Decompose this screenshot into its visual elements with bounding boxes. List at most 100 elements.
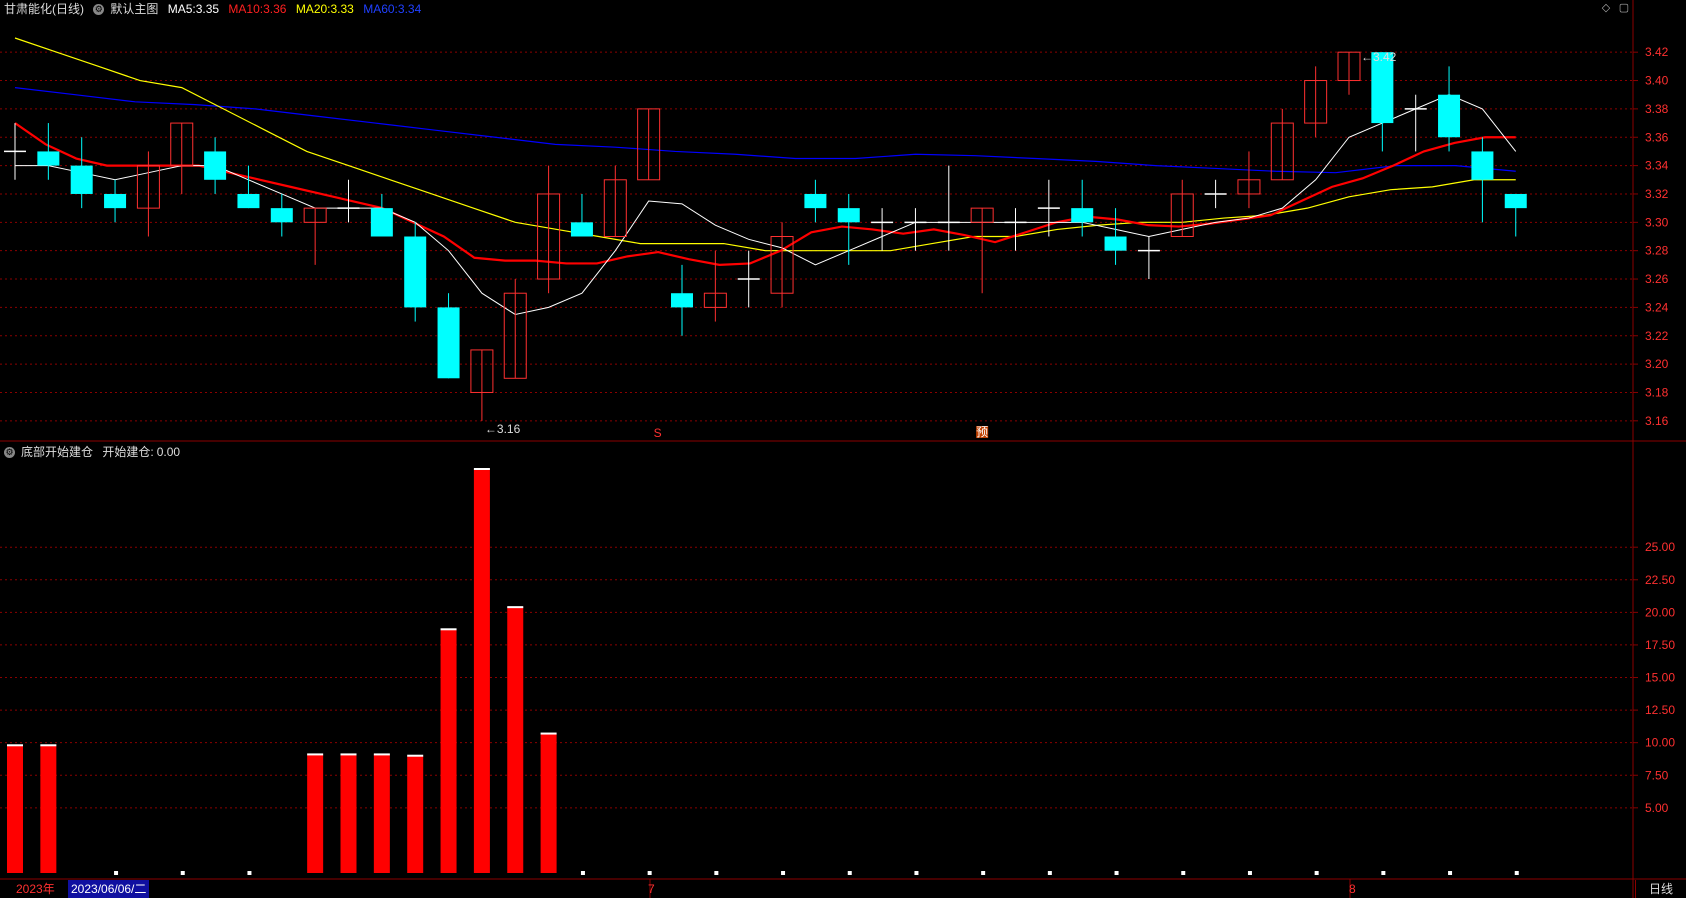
indicator-bar-cap — [407, 754, 424, 757]
indicator-zero-mark — [981, 871, 986, 875]
candle-body-down — [104, 193, 127, 209]
indicator-zero-mark — [1448, 871, 1453, 875]
indicator-bar — [540, 733, 557, 873]
price-tick-label: 3.26 — [1645, 272, 1669, 286]
indicator-name[interactable]: 底部开始建仓 — [21, 445, 93, 459]
indicator-bar — [507, 607, 524, 873]
ex-mark: 预 — [976, 425, 988, 439]
candle-body-down — [404, 236, 427, 308]
indicator-zero-mark — [1247, 871, 1252, 875]
indicator-zero-mark — [914, 871, 919, 875]
indicator-zero-mark — [247, 871, 252, 875]
indicator-bar-cap — [507, 606, 524, 609]
indicator-bar-cap — [373, 753, 390, 756]
price-tick-label: 3.40 — [1645, 74, 1669, 88]
period-button[interactable]: 日线 — [1635, 880, 1686, 898]
timeline-cursor-date: 2023/06/06/二 — [68, 880, 150, 898]
indicator-tick-label: 5.00 — [1645, 801, 1669, 815]
indicator-bar — [407, 755, 424, 873]
indicator-bar-cap — [40, 744, 57, 747]
indicator-zero-mark — [580, 871, 585, 875]
candle-body-down — [204, 151, 227, 180]
ma5-label: MA5: — [167, 2, 196, 16]
candle-body-down — [1104, 236, 1127, 251]
diamond-icon[interactable]: ◇ — [1600, 2, 1612, 14]
price-tick-label: 3.16 — [1645, 414, 1669, 428]
main-chart-header: 甘肃能化(日线) ⚙ 默认主图 MA5:3.35 MA10:3.36 MA20: 3… — [4, 0, 427, 18]
price-tick-label: 3.38 — [1645, 102, 1669, 116]
maximize-icon[interactable]: ▢ — [1618, 2, 1630, 14]
ma10-value: 3.36 — [263, 2, 287, 16]
indicator-tick-label: 15.00 — [1645, 671, 1675, 685]
indicator-zero-mark — [1047, 871, 1052, 875]
candle-body-down — [437, 307, 460, 379]
price-tick-label: 3.24 — [1645, 300, 1669, 314]
indicator-bar — [40, 745, 57, 873]
indicator-bar — [473, 469, 490, 873]
ma20-line — [14, 37, 1516, 252]
indicator-bar-cap — [473, 468, 490, 470]
indicator-zero-mark — [647, 871, 652, 875]
stock-name[interactable]: 甘肃能化(日线) — [4, 2, 84, 16]
indicator-tick-label: 10.00 — [1645, 736, 1675, 750]
timeline-month-8: 8 — [1349, 882, 1356, 896]
price-tick-label: 3.32 — [1645, 187, 1669, 201]
indicator-zero-mark — [1314, 871, 1319, 875]
indicator-zero-mark — [1514, 871, 1519, 875]
price-tick-label: 3.42 — [1645, 45, 1669, 59]
price-tick-label: 3.22 — [1645, 329, 1669, 343]
indicator-bar — [7, 745, 23, 873]
indicator-tick-label: 12.50 — [1645, 703, 1675, 717]
timeline-year: 2023年 — [16, 882, 55, 896]
candle-body-down — [37, 151, 60, 166]
indicator-tick-label: 25.00 — [1645, 540, 1675, 554]
indicator-bar-cap — [440, 628, 457, 631]
candle-body-down — [804, 193, 827, 209]
ma10-label: MA10: — [228, 2, 264, 16]
candle-body-down — [1471, 151, 1494, 180]
indicator-bar-cap — [7, 744, 23, 747]
indicator-bar-cap — [340, 753, 357, 756]
ma20-label: MA20: — [295, 2, 331, 16]
candle-body-down — [1071, 208, 1094, 223]
main-chart-name[interactable]: 默认主图 — [110, 2, 158, 16]
indicator-zero-mark — [114, 871, 119, 875]
indicator-bar-cap — [540, 732, 557, 735]
low-price-marker: ←3.16 — [485, 422, 521, 436]
s-mark: S — [654, 426, 662, 440]
indicator-tick-label: 20.00 — [1645, 605, 1675, 619]
indicator-zero-mark — [781, 871, 786, 875]
indicator-zero-mark — [714, 871, 719, 875]
ma5-value: 3.35 — [195, 2, 220, 16]
price-tick-label: 3.30 — [1645, 215, 1669, 229]
candle-body-down — [671, 293, 693, 308]
ma60-label: MA60: — [363, 2, 398, 16]
candle-body-down — [1438, 94, 1461, 138]
indicator-zero-mark — [1181, 871, 1186, 875]
indicator-tick-label: 7.50 — [1645, 768, 1669, 782]
settings-icon[interactable]: ⚙ — [93, 4, 105, 16]
indicator-zero-mark — [1381, 871, 1386, 875]
ma60-value: 3.34 — [397, 2, 422, 16]
price-tick-label: 3.34 — [1645, 159, 1669, 173]
price-tick-label: 3.28 — [1645, 244, 1669, 258]
indicator-bar — [373, 754, 390, 873]
price-tick-label: 3.36 — [1645, 130, 1669, 144]
indicator-zero-mark — [1114, 871, 1119, 875]
candle-body-down — [1504, 193, 1527, 209]
indicator-bar — [440, 629, 457, 873]
stock-chart[interactable]: 3.16 3.18 3.20 3.22 3.24 3.26 3.28 3.30 3.32 3.34… — [0, 0, 1686, 898]
candle-body-down — [70, 165, 93, 194]
series-label: 开始建仓: — [102, 445, 154, 459]
indicator-bar — [340, 754, 357, 873]
indicator-bar-cap — [307, 753, 324, 756]
settings-icon[interactable]: ⚙ — [4, 447, 15, 459]
indicator-zero-mark — [847, 871, 852, 875]
candle-body-down — [370, 208, 393, 237]
candle-body-down — [837, 208, 860, 223]
sub-chart-header: ⚙ 底部开始建仓 开始建仓: 0.00 — [4, 443, 186, 461]
series-value: 0.00 — [156, 445, 181, 459]
indicator-bar — [307, 754, 324, 873]
candle-body-down — [237, 193, 260, 209]
indicator-zero-mark — [180, 871, 185, 875]
